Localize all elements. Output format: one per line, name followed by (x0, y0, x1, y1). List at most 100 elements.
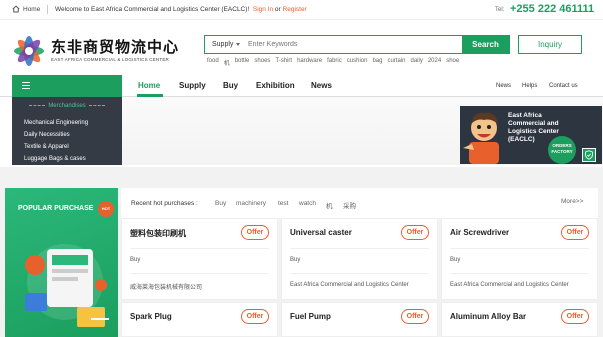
nav-news[interactable]: News (311, 81, 332, 90)
mascot-illustration (463, 112, 499, 164)
shopping-illustration (25, 244, 109, 327)
product-name: 塑料包装印刷机 (130, 229, 186, 238)
purchase-type: Buy (130, 257, 141, 263)
category-panel: Merchandises Mechanical Engineering Dail… (12, 97, 122, 165)
phone-number: +255 222 461111 (510, 3, 595, 15)
hot-keyword[interactable]: daily (410, 58, 422, 67)
category-item[interactable]: Textile & Apparel (24, 144, 69, 150)
recent-purchases-label: Recent hot purchases : (131, 200, 198, 207)
hot-keyword[interactable]: hardware (297, 58, 322, 67)
purchase-type: Buy (450, 257, 461, 263)
category-item[interactable]: Luggage Bags & cases (24, 156, 86, 162)
hot-keyword[interactable]: shoes (254, 58, 270, 67)
product-name: Universal caster (290, 228, 352, 237)
category-item[interactable]: Daily Necessities (24, 132, 70, 138)
hot-keyword[interactable]: T-shirt (275, 58, 292, 67)
category-title: Merchandises (12, 103, 122, 109)
nav-home[interactable]: Home (138, 81, 160, 90)
product-name: Air Screwdriver (450, 228, 510, 237)
nav-exhibition[interactable]: Exhibition (256, 81, 295, 90)
recent-purchases-bar: Recent hot purchases : Buy machinery tes… (121, 188, 598, 218)
welcome-message: Welcome to East Africa Commercial and Lo… (55, 6, 250, 13)
divider (130, 273, 269, 274)
inquiry-button[interactable]: Inquiry (518, 35, 582, 54)
shield-icon[interactable] (582, 148, 596, 162)
promo-card[interactable]: East Africa Commercial and Logistics Cen… (460, 106, 602, 164)
product-name: Fuel Pump (290, 312, 331, 321)
helps-link[interactable]: Helps (522, 83, 537, 89)
divider (290, 273, 429, 274)
home-icon (12, 5, 20, 13)
purchase-card[interactable]: Universal caster Offer Buy East Africa C… (281, 218, 438, 300)
offer-button[interactable]: Offer (401, 225, 429, 240)
recent-keyword[interactable]: Buy (215, 200, 226, 207)
divider (450, 248, 589, 249)
popular-purchase-title: POPULAR PURCHASE (18, 205, 94, 212)
nav-supply[interactable]: Supply (179, 81, 206, 90)
contact-us-link[interactable]: Contact us (549, 83, 578, 89)
hot-keyword[interactable]: fabric (327, 58, 342, 67)
purchase-card[interactable]: 塑料包装印刷机 Offer Buy 威海莱海包装机械有限公司 (121, 218, 278, 300)
purchase-type: Buy (290, 257, 301, 263)
search-button[interactable]: Search (461, 35, 510, 54)
nav-buy[interactable]: Buy (223, 81, 238, 90)
category-item[interactable]: Mechanical Engineering (24, 120, 88, 126)
home-label: Home (23, 5, 41, 13)
search-scope-value: Supply (212, 41, 234, 48)
logo-emblem[interactable] (12, 34, 46, 68)
register-link[interactable]: Register (283, 6, 307, 13)
product-name: Aluminum Alloy Bar (450, 312, 527, 321)
popular-purchase-panel[interactable]: POPULAR PURCHASE HOT (5, 188, 118, 337)
hot-keyword[interactable]: cushion (347, 58, 368, 67)
offer-button[interactable]: Offer (561, 225, 589, 240)
recent-keyword[interactable]: machinery (236, 200, 266, 207)
tel-label: Tel: (495, 7, 505, 13)
company-name: East Africa Commercial and Logistics Cen… (450, 282, 569, 288)
sign-in-link[interactable]: Sign In (253, 6, 273, 13)
divider (450, 273, 589, 274)
home-link[interactable]: Home (12, 5, 40, 13)
hot-keyword[interactable]: 机 (224, 58, 230, 67)
purchase-card[interactable]: Air Screwdriver Offer Buy East Africa Co… (441, 218, 598, 300)
hot-keyword[interactable]: curtain (387, 58, 405, 67)
divider (290, 248, 429, 249)
hot-keyword[interactable]: food (207, 58, 219, 67)
recent-keyword[interactable]: 采购 (343, 200, 356, 210)
category-menu-button[interactable] (12, 75, 122, 97)
hot-badge: HOT (98, 201, 114, 217)
main-nav: Home Supply Buy Exhibition News News Hel… (0, 75, 603, 97)
recent-keyword[interactable]: watch (299, 200, 316, 207)
orders-factory-badge[interactable]: ORDERS FACTORY (548, 136, 576, 164)
purchase-card[interactable]: Aluminum Alloy Bar Offer (441, 302, 598, 337)
welcome-text: Welcome to East Africa Commercial and Lo… (55, 6, 307, 13)
logo-chinese-name[interactable]: 东非商贸物流中心 (51, 36, 179, 57)
more-link[interactable]: More>> (561, 198, 583, 205)
offer-button[interactable]: Offer (561, 309, 589, 324)
divider (47, 5, 48, 14)
category-title-text: Merchandises (48, 103, 86, 109)
offer-button[interactable]: Offer (401, 309, 429, 324)
hot-keyword[interactable]: bag (372, 58, 382, 67)
divider (130, 248, 269, 249)
product-name: Spark Plug (130, 312, 172, 321)
purchase-card[interactable]: Spark Plug Offer (121, 302, 278, 337)
hot-keywords: food 机 bottle shoes T-shirt hardware fab… (207, 58, 459, 67)
search-input[interactable] (245, 36, 462, 53)
menu-icon (22, 82, 30, 89)
offer-button[interactable]: Offer (241, 225, 269, 240)
offer-button[interactable]: Offer (241, 309, 269, 324)
purchase-card[interactable]: Fuel Pump Offer (281, 302, 438, 337)
company-name: 威海莱海包装机械有限公司 (130, 285, 203, 291)
logo-english-name: EAST AFRICA COMMERCIAL & LOGISTICS CENTE… (51, 57, 169, 62)
top-news-link[interactable]: News (496, 83, 511, 89)
or-text: or (274, 6, 281, 13)
search-scope-select[interactable]: Supply (205, 41, 245, 48)
recent-keyword[interactable]: test (278, 200, 288, 207)
top-bar: Home Welcome to East Africa Commercial a… (0, 0, 603, 20)
recent-keyword[interactable]: 机 (326, 200, 333, 210)
company-name: East Africa Commercial and Logistics Cen… (290, 282, 409, 288)
hot-keyword[interactable]: 2024 (428, 58, 441, 67)
hot-keyword[interactable]: shoe (446, 58, 459, 67)
chevron-down-icon (236, 43, 241, 46)
hot-keyword[interactable]: bottle (235, 58, 250, 67)
